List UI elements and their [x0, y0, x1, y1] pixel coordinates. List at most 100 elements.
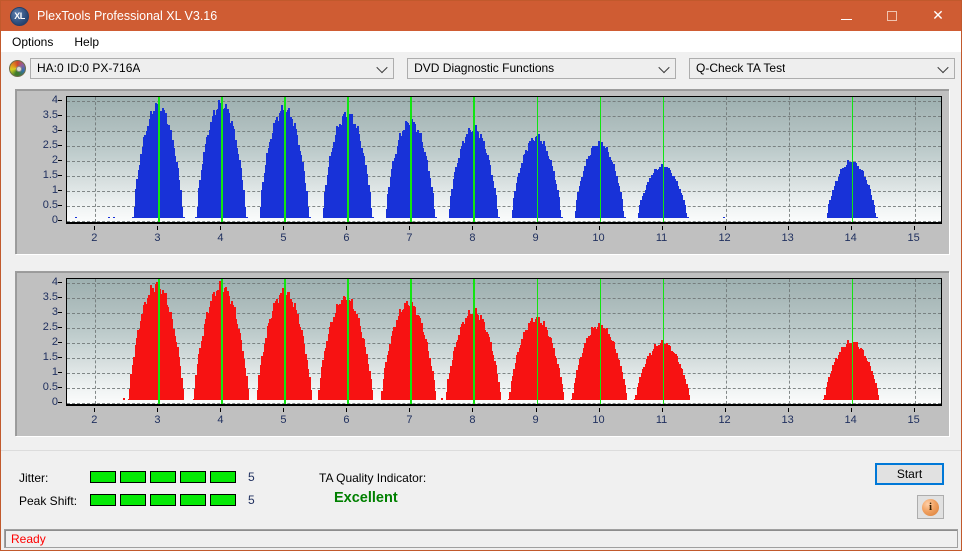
- gridline-vertical: [914, 279, 916, 404]
- peak-marker-line: [221, 97, 223, 222]
- peak-marker-line: [410, 97, 412, 222]
- x-axis-tick: [472, 408, 474, 412]
- peak-shift-value: 5: [248, 493, 255, 507]
- gridline-horizontal: [67, 130, 941, 132]
- y-axis-tick: [58, 144, 62, 146]
- status-bar: Ready: [4, 529, 958, 548]
- peak-shift-meter: 5: [90, 494, 255, 506]
- chart-bar: [182, 217, 185, 219]
- chart-bar: [247, 389, 250, 401]
- gridline-horizontal: [67, 145, 941, 147]
- chart-bar: [113, 216, 116, 219]
- info-button[interactable]: i: [917, 495, 944, 519]
- x-axis-tick-label: 6: [343, 414, 350, 426]
- x-axis-tick: [535, 408, 537, 412]
- jitter-segment: [150, 471, 176, 483]
- x-axis-tick-label: 11: [655, 232, 668, 244]
- minimize-icon: [840, 19, 852, 20]
- x-axis-tick: [724, 226, 726, 230]
- chart-bar: [562, 392, 565, 401]
- disc-icon: [9, 59, 26, 77]
- y-axis-tick-label: 0.5: [42, 381, 58, 394]
- gridline-horizontal: [67, 327, 941, 329]
- close-icon: ✕: [932, 8, 944, 24]
- chart-bar: [560, 217, 563, 219]
- x-axis-tick-label: 7: [406, 414, 413, 426]
- jitter-meter: 5: [90, 471, 255, 483]
- x-axis-tick-label: 2: [91, 414, 98, 426]
- y-axis-tick: [58, 160, 62, 161]
- menu-item-options[interactable]: Options: [8, 33, 62, 51]
- gridline-horizontal: [67, 282, 941, 284]
- drive-select[interactable]: HA:0 ID:0 PX-716A: [30, 57, 395, 79]
- y-axis-tick: [58, 402, 62, 404]
- jitter-segment: [120, 471, 146, 483]
- y-axis-tick-label: 3.5: [42, 108, 58, 121]
- chart-bar: [510, 397, 513, 401]
- peak-shift-segment: [90, 494, 116, 506]
- jitter-segment: [90, 471, 116, 483]
- gridline-vertical: [788, 97, 790, 222]
- x-axis-tick-label: 13: [781, 232, 794, 244]
- chart-bar: [688, 394, 691, 401]
- test-select[interactable]: Q-Check TA Test: [689, 57, 955, 79]
- x-axis-tick: [535, 226, 537, 230]
- x-axis-tick-label: 12: [718, 414, 731, 426]
- peak-marker-line: [599, 97, 602, 222]
- x-axis-tick: [346, 408, 348, 412]
- chart-bar: [875, 217, 878, 219]
- app-window: XL PlexTools Professional XL V3.16 ✕ Opt…: [0, 0, 962, 551]
- x-axis-tick-label: 10: [592, 232, 605, 244]
- peak-shift-segment: [150, 494, 176, 506]
- peak-marker-line: [347, 97, 349, 222]
- close-button[interactable]: ✕: [915, 1, 961, 31]
- x-axis-tick-label: 7: [406, 232, 413, 244]
- gridline-vertical: [95, 97, 97, 222]
- chart-bar: [245, 217, 248, 219]
- x-axis-tick: [598, 408, 600, 412]
- x-axis-tick: [94, 226, 96, 230]
- x-axis-tick: [220, 408, 222, 412]
- x-axis-tick-label: 14: [844, 232, 857, 244]
- y-axis-tick-label: 1.5: [42, 169, 58, 182]
- quality-indicator-label: TA Quality Indicator:: [319, 471, 427, 485]
- chart-bar: [122, 397, 125, 401]
- x-axis-tick: [598, 226, 600, 230]
- menu-item-help[interactable]: Help: [70, 33, 108, 51]
- chart-bar: [108, 216, 111, 219]
- y-axis-tick: [58, 190, 62, 192]
- chart-bar: [310, 389, 313, 401]
- jitter-value: 5: [248, 470, 255, 484]
- x-axis-tick: [787, 226, 789, 230]
- start-button[interactable]: Start: [875, 463, 944, 485]
- chart-bar: [371, 217, 374, 219]
- peak-marker-line: [284, 279, 286, 404]
- peak-marker-line: [158, 97, 160, 222]
- y-axis-tick-label: 2.5: [42, 320, 58, 333]
- x-axis-tick-label: 6: [343, 232, 350, 244]
- x-axis-tick-label: 14: [844, 414, 857, 426]
- chart-bar: [623, 217, 626, 219]
- minimize-button[interactable]: [823, 1, 869, 31]
- y-axis-tick: [58, 114, 62, 116]
- x-axis-tick: [409, 408, 411, 412]
- x-axis-tick: [346, 226, 348, 230]
- gridline-vertical: [788, 279, 790, 404]
- x-axis-tick-label: 5: [280, 414, 287, 426]
- x-axis-tick: [787, 408, 789, 412]
- x-axis-tick: [283, 408, 285, 412]
- maximize-icon: [887, 11, 897, 21]
- x-axis-tick-label: 13: [781, 414, 794, 426]
- chart-bar: [877, 394, 880, 401]
- gridline-horizontal: [67, 403, 941, 404]
- peak-marker-line: [851, 97, 854, 222]
- x-axis-tick: [283, 226, 285, 230]
- chevron-down-icon: [376, 61, 388, 73]
- function-select-value: DVD Diagnostic Functions: [414, 61, 555, 75]
- y-axis-tick: [58, 296, 62, 298]
- y-axis-tick: [58, 372, 62, 374]
- peak-marker-line: [221, 279, 223, 404]
- maximize-button[interactable]: [869, 1, 915, 31]
- y-axis-tick: [58, 387, 62, 389]
- function-select[interactable]: DVD Diagnostic Functions: [407, 57, 677, 79]
